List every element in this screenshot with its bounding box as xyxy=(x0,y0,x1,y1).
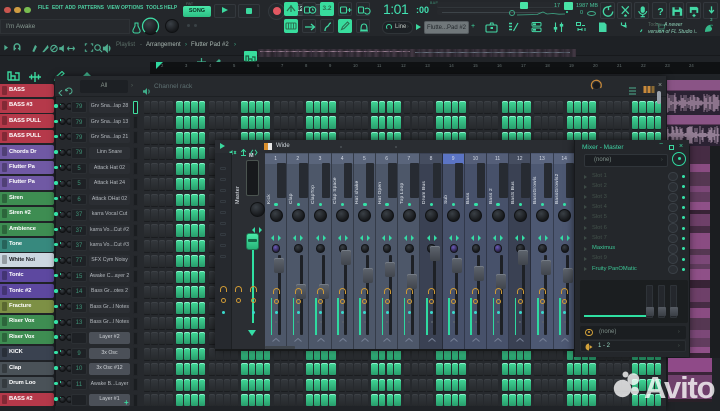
svg-text:Avito: Avito xyxy=(644,370,715,405)
svg-text:?: ? xyxy=(657,7,663,18)
